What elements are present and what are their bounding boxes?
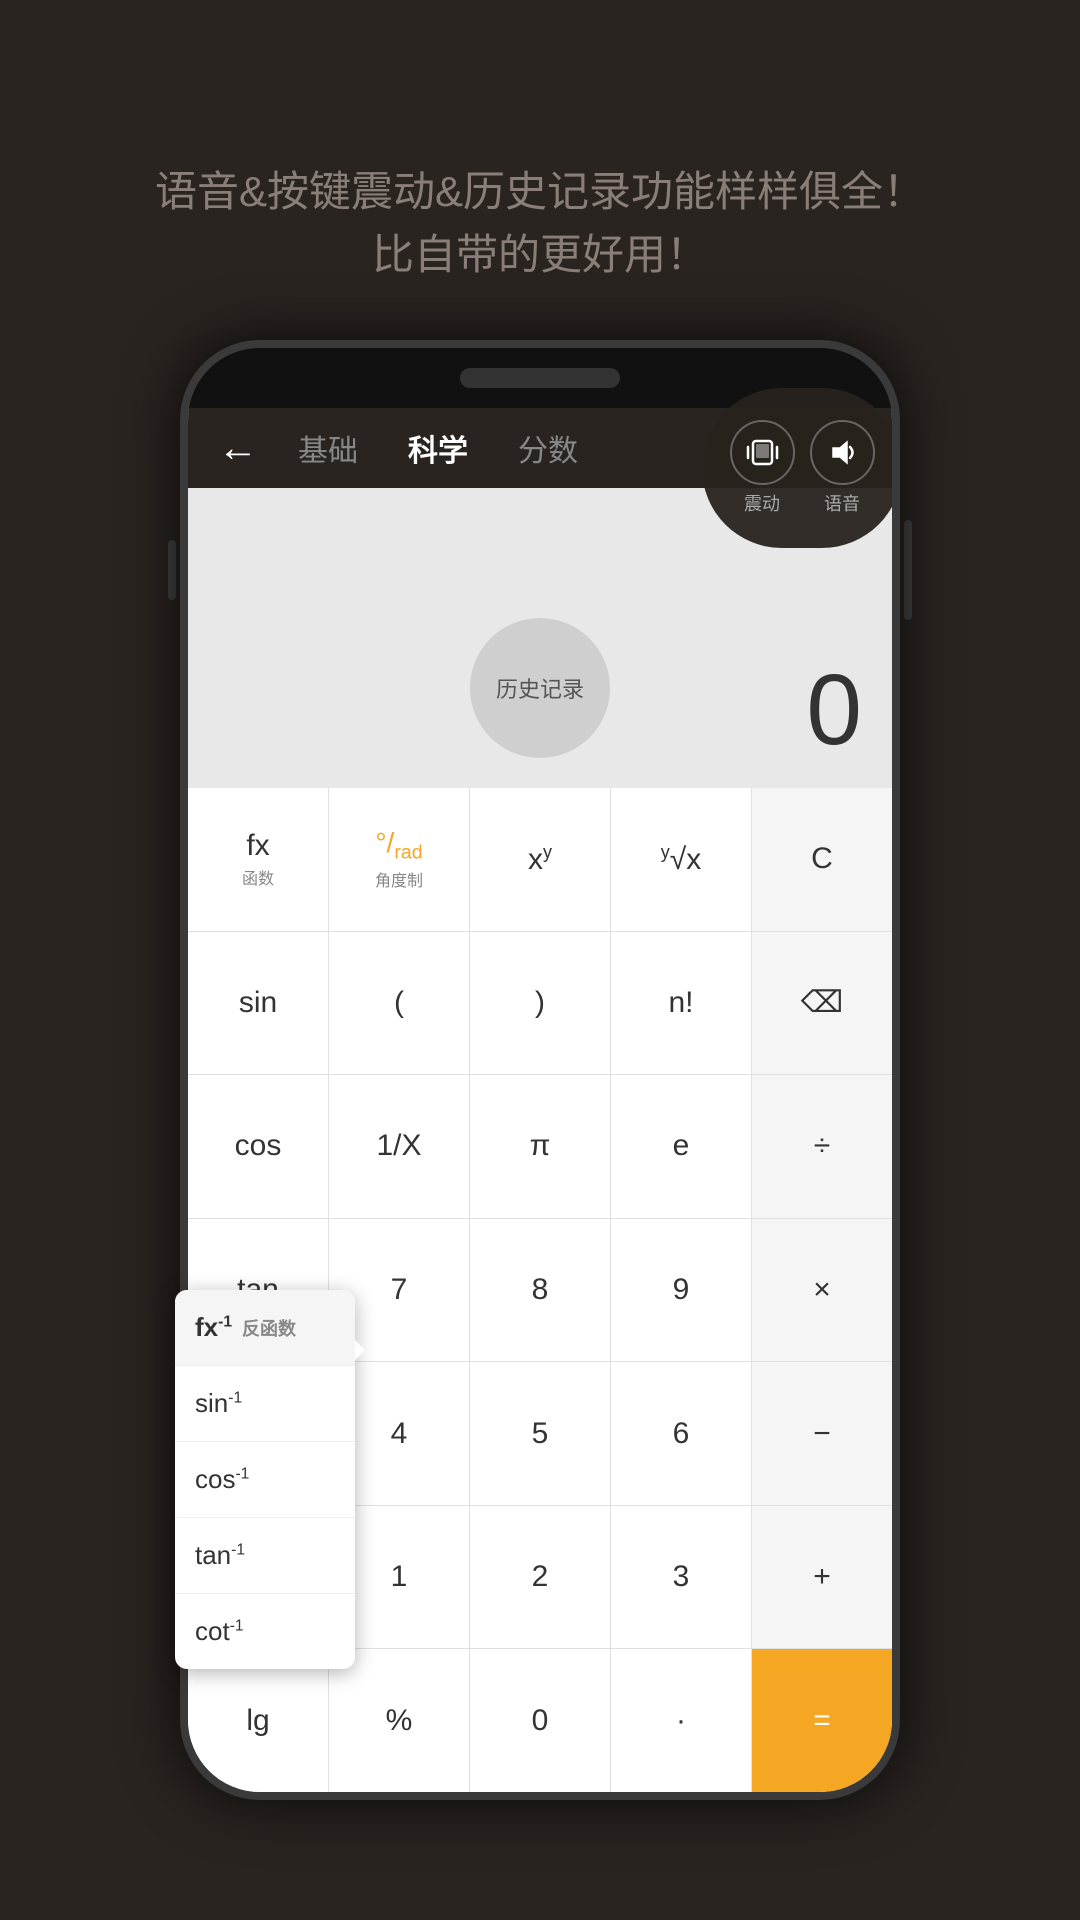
key-5[interactable]: 5 (470, 1362, 611, 1505)
key-fx[interactable]: fx 函数 (188, 788, 329, 931)
sound-label: 语音 (824, 490, 860, 516)
key-row-7: lg % 0 · = (188, 1649, 892, 1792)
back-button[interactable]: ← (208, 416, 268, 481)
key-pi[interactable]: π (470, 1075, 611, 1218)
key-8[interactable]: 8 (470, 1219, 611, 1362)
header-line2: 比自带的更好用！ (80, 223, 1000, 286)
popup-item-cos-inv[interactable]: cos-1 (175, 1442, 355, 1518)
key-plus[interactable]: + (752, 1506, 892, 1649)
side-button-right (904, 520, 912, 620)
key-rparen[interactable]: ) (470, 932, 611, 1075)
tab-basic[interactable]: 基础 (288, 421, 368, 475)
key-row-1: fx 函数 °/rad 角度制 xy y√x C (188, 788, 892, 932)
popup-item-cot-inv[interactable]: cot-1 (175, 1594, 355, 1669)
key-minus[interactable]: − (752, 1362, 892, 1505)
popup-item-fx-inv[interactable]: fx-1 反函数 (175, 1290, 355, 1366)
sound-icon-item[interactable]: 语音 (810, 420, 875, 516)
popup-item-sin-inv[interactable]: sin-1 (175, 1366, 355, 1442)
key-e[interactable]: e (611, 1075, 752, 1218)
side-button-left (168, 540, 176, 600)
nav-bar: ← 基础 科学 分数 (188, 408, 892, 488)
vibrate-label: 震动 (744, 490, 780, 516)
key-lg[interactable]: lg (188, 1649, 329, 1792)
key-multiply[interactable]: × (752, 1219, 892, 1362)
icons-bubble: 震动 语音 (702, 388, 900, 548)
key-power[interactable]: xy (470, 788, 611, 931)
phone-wrapper: ← 基础 科学 分数 (180, 340, 900, 1900)
key-3[interactable]: 3 (611, 1506, 752, 1649)
key-backspace[interactable]: ⌫ (752, 932, 892, 1075)
key-clear[interactable]: C (752, 788, 892, 931)
key-9[interactable]: 9 (611, 1219, 752, 1362)
vibrate-icon (730, 420, 795, 485)
speaker (460, 368, 620, 388)
key-reciprocal[interactable]: 1/X (329, 1075, 470, 1218)
nav-tabs: 基础 科学 分数 (288, 421, 588, 475)
key-sin[interactable]: sin (188, 932, 329, 1075)
vibrate-icon-item[interactable]: 震动 (730, 420, 795, 516)
key-equals[interactable]: = (752, 1649, 892, 1792)
key-0[interactable]: 0 (470, 1649, 611, 1792)
key-row-3: cos 1/X π e ÷ (188, 1075, 892, 1219)
key-percent[interactable]: % (329, 1649, 470, 1792)
key-cos[interactable]: cos (188, 1075, 329, 1218)
display-value: 0 (806, 653, 862, 768)
popup-item-tan-inv[interactable]: tan-1 (175, 1518, 355, 1594)
tab-fraction[interactable]: 分数 (508, 421, 588, 475)
key-lparen[interactable]: ( (329, 932, 470, 1075)
key-degree[interactable]: °/rad 角度制 (329, 788, 470, 931)
sound-icon (810, 420, 875, 485)
key-factorial[interactable]: n! (611, 932, 752, 1075)
side-popup: fx-1 反函数 sin-1 cos-1 tan-1 cot-1 (175, 1290, 355, 1669)
key-dot[interactable]: · (611, 1649, 752, 1792)
header-text: 语音&按键震动&历史记录功能样样俱全！ 比自带的更好用！ (0, 0, 1080, 346)
key-divide[interactable]: ÷ (752, 1075, 892, 1218)
key-row-2: sin ( ) n! ⌫ (188, 932, 892, 1076)
header-line1: 语音&按键震动&历史记录功能样样俱全！ (80, 160, 1000, 223)
key-2[interactable]: 2 (470, 1506, 611, 1649)
key-root[interactable]: y√x (611, 788, 752, 931)
key-6[interactable]: 6 (611, 1362, 752, 1505)
tab-science[interactable]: 科学 (398, 421, 478, 475)
history-button[interactable]: 历史记录 (470, 618, 610, 758)
